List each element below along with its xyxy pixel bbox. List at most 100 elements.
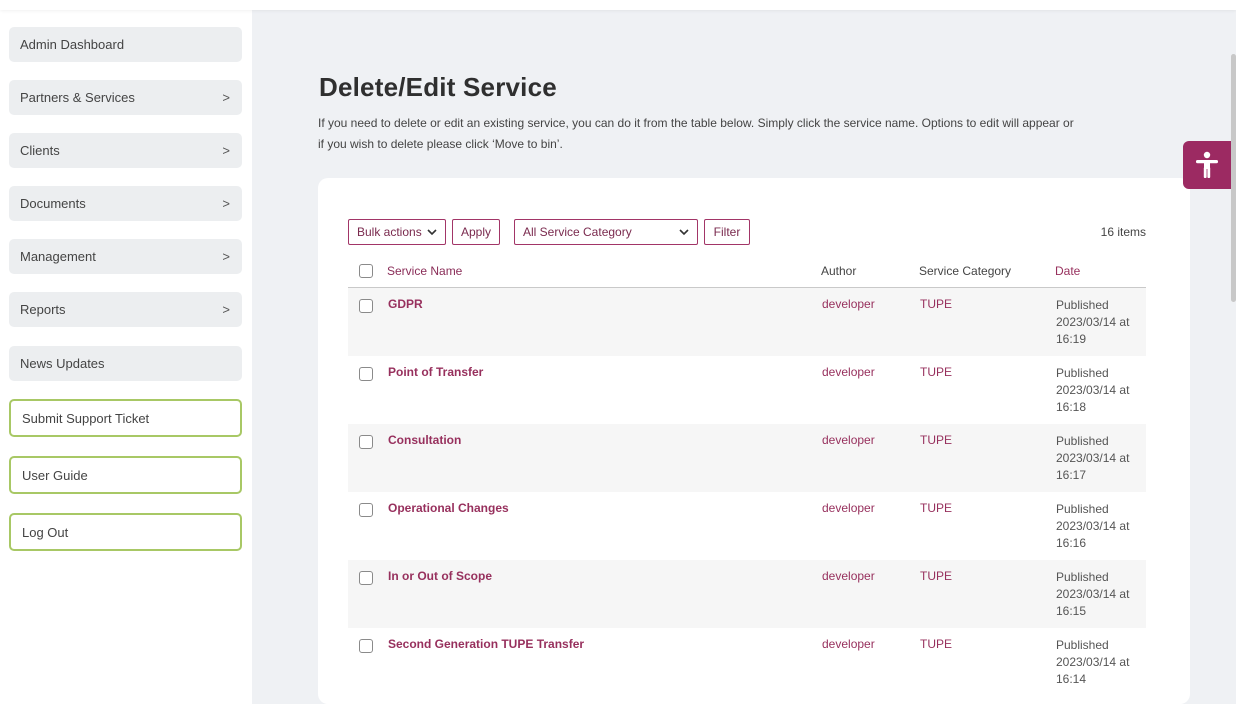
filter-button[interactable]: Filter: [704, 219, 750, 245]
apply-button[interactable]: Apply: [452, 219, 500, 245]
date-cell: Published 2023/03/14 at 16:16: [1056, 501, 1146, 552]
chevron-right-icon: >: [222, 143, 230, 158]
date-value: 2023/03/14 at: [1056, 655, 1130, 669]
sidebar-item-reports[interactable]: Reports >: [9, 292, 242, 327]
chevron-down-icon: [427, 228, 437, 235]
author-link[interactable]: developer: [822, 433, 920, 447]
date-time: 16:17: [1056, 468, 1087, 482]
scrollbar[interactable]: [1231, 54, 1236, 302]
accessibility-icon: [1196, 151, 1218, 178]
row-checkbox[interactable]: [359, 571, 373, 585]
services-table: Service Name Author Service Category Dat…: [348, 254, 1146, 696]
accessibility-button[interactable]: [1183, 141, 1231, 189]
category-link[interactable]: TUPE: [920, 433, 1056, 447]
user-guide-button[interactable]: User Guide: [9, 456, 242, 494]
date-time: 16:18: [1056, 400, 1087, 414]
sidebar-item-label: Submit Support Ticket: [22, 410, 150, 426]
chevron-right-icon: >: [222, 249, 230, 264]
bulk-actions-label: Bulk actions: [357, 225, 422, 239]
column-header-service-name[interactable]: Service Name: [387, 264, 821, 278]
sidebar-item-partners-services[interactable]: Partners & Services >: [9, 80, 242, 115]
sidebar-item-admin-dashboard[interactable]: Admin Dashboard: [9, 27, 242, 62]
service-name-link[interactable]: Operational Changes: [388, 501, 822, 515]
service-name-link[interactable]: GDPR: [388, 297, 822, 311]
date-status: Published: [1056, 638, 1109, 652]
date-value: 2023/03/14 at: [1056, 315, 1130, 329]
services-card: Bulk actions Apply All Service Category …: [318, 178, 1190, 704]
date-value: 2023/03/14 at: [1056, 587, 1130, 601]
row-checkbox[interactable]: [359, 503, 373, 517]
sidebar-item-label: Clients: [20, 143, 60, 158]
author-link[interactable]: developer: [822, 637, 920, 651]
row-checkbox[interactable]: [359, 299, 373, 313]
table-row: Operational Changes developer TUPE Publi…: [348, 492, 1146, 560]
sidebar-item-clients[interactable]: Clients >: [9, 133, 242, 168]
intro-line: If you need to delete or edit an existin…: [318, 116, 1074, 130]
submit-support-ticket-button[interactable]: Submit Support Ticket: [9, 399, 242, 437]
date-time: 16:14: [1056, 672, 1087, 686]
category-link[interactable]: TUPE: [920, 637, 1056, 651]
date-time: 16:15: [1056, 604, 1087, 618]
service-category-select[interactable]: All Service Category: [514, 219, 698, 245]
column-header-author: Author: [821, 263, 857, 278]
date-time: 16:19: [1056, 332, 1087, 346]
service-name-link[interactable]: In or Out of Scope: [388, 569, 822, 583]
date-cell: Published 2023/03/14 at 16:19: [1056, 297, 1146, 348]
chevron-down-icon: [679, 228, 689, 235]
row-checkbox[interactable]: [359, 639, 373, 653]
row-checkbox[interactable]: [359, 367, 373, 381]
date-status: Published: [1056, 366, 1109, 380]
date-value: 2023/03/14 at: [1056, 519, 1130, 533]
date-value: 2023/03/14 at: [1056, 451, 1130, 465]
column-header-date[interactable]: Date: [1055, 264, 1145, 278]
date-status: Published: [1056, 298, 1109, 312]
intro-line: if you wish to delete please click ‘Move…: [318, 137, 563, 151]
date-cell: Published 2023/03/14 at 16:17: [1056, 433, 1146, 484]
date-value: 2023/03/14 at: [1056, 383, 1130, 397]
page-title: Delete/Edit Service: [319, 72, 557, 102]
bulk-actions-select[interactable]: Bulk actions: [348, 219, 446, 245]
log-out-button[interactable]: Log Out: [9, 513, 242, 551]
date-status: Published: [1056, 502, 1109, 516]
sidebar-item-management[interactable]: Management >: [9, 239, 242, 274]
category-link[interactable]: TUPE: [920, 569, 1056, 583]
table-row: Consultation developer TUPE Published 20…: [348, 424, 1146, 492]
chevron-right-icon: >: [222, 196, 230, 211]
page-intro: If you need to delete or edit an existin…: [318, 113, 1198, 155]
table-row: GDPR developer TUPE Published 2023/03/14…: [348, 288, 1146, 356]
sidebar-item-documents[interactable]: Documents >: [9, 186, 242, 221]
author-link[interactable]: developer: [822, 501, 920, 515]
sidebar-item-label: Admin Dashboard: [20, 37, 125, 52]
row-checkbox[interactable]: [359, 435, 373, 449]
items-count: 16 items: [1100, 225, 1146, 239]
date-time: 16:16: [1056, 536, 1087, 550]
table-toolbar: Bulk actions Apply All Service Category …: [348, 219, 750, 245]
date-cell: Published 2023/03/14 at 16:14: [1056, 637, 1146, 688]
date-cell: Published 2023/03/14 at 16:18: [1056, 365, 1146, 416]
sidebar-item-label: Partners & Services: [20, 90, 135, 105]
service-category-label: All Service Category: [523, 225, 632, 239]
table-row: In or Out of Scope developer TUPE Publis…: [348, 560, 1146, 628]
select-all-checkbox[interactable]: [359, 263, 373, 278]
author-link[interactable]: developer: [822, 365, 920, 379]
table-row: Point of Transfer developer TUPE Publish…: [348, 356, 1146, 424]
date-status: Published: [1056, 570, 1109, 584]
service-name-link[interactable]: Point of Transfer: [388, 365, 822, 379]
chevron-right-icon: >: [222, 302, 230, 317]
sidebar-item-label: Log Out: [22, 524, 69, 540]
category-link[interactable]: TUPE: [920, 501, 1056, 515]
service-name-link[interactable]: Consultation: [388, 433, 822, 447]
author-link[interactable]: developer: [822, 297, 920, 311]
sidebar-item-label: News Updates: [20, 356, 105, 371]
chevron-right-icon: >: [222, 90, 230, 105]
sidebar-item-label: Reports: [20, 302, 66, 317]
category-link[interactable]: TUPE: [920, 297, 1056, 311]
table-row: Second Generation TUPE Transfer develope…: [348, 628, 1146, 696]
top-bar: [0, 0, 1236, 10]
sidebar-item-news-updates[interactable]: News Updates: [9, 346, 242, 381]
sidebar: Admin Dashboard Partners & Services > Cl…: [0, 0, 252, 704]
author-link[interactable]: developer: [822, 569, 920, 583]
sidebar-item-label: Documents: [20, 196, 86, 211]
category-link[interactable]: TUPE: [920, 365, 1056, 379]
service-name-link[interactable]: Second Generation TUPE Transfer: [388, 637, 822, 651]
